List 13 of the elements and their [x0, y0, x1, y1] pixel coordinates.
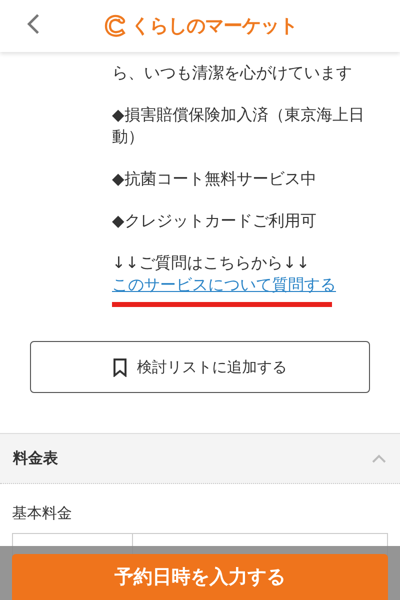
- logo-text: くらしのマーケット: [130, 14, 298, 39]
- description-text: ◆抗菌コート無料サービス中: [112, 168, 318, 190]
- description-text: ◆損害賠償保険加入済（東京海上日動）: [112, 104, 366, 148]
- description-text: ◆クレジットカードご利用可: [112, 210, 318, 232]
- description-text: ら、いつも清潔を心がけています: [112, 62, 353, 84]
- chevron-icon: [371, 454, 387, 464]
- add-to-list-button[interactable]: 検討リストに追加する: [30, 341, 370, 393]
- bookmark-icon: [113, 358, 127, 376]
- back-icon[interactable]: [26, 13, 40, 35]
- price-table-header[interactable]: 料金表: [0, 434, 400, 484]
- question-lead-text: ↓↓ご質問はこちらから↓↓: [112, 252, 311, 274]
- question-link[interactable]: このサービスについて質問する: [112, 274, 336, 296]
- basic-fee-label: 基本料金: [11, 503, 73, 524]
